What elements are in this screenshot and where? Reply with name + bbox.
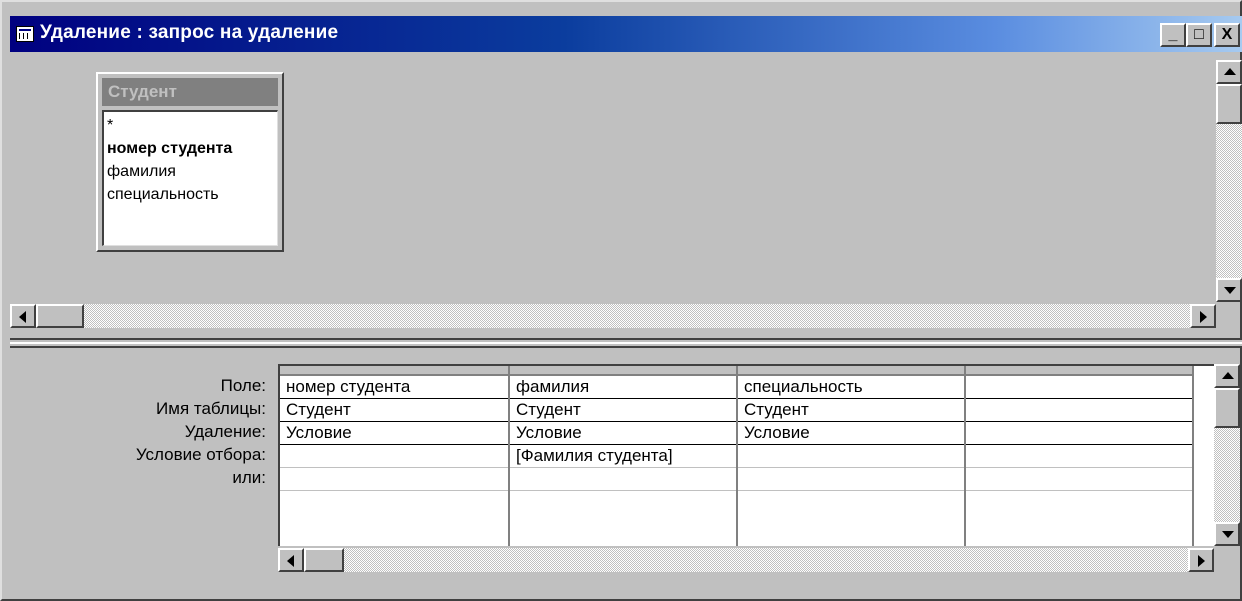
- grid-column[interactable]: номер студента Студент Условие: [280, 366, 510, 546]
- arrow-up-icon: [1224, 68, 1236, 75]
- grid-column[interactable]: [966, 366, 1194, 546]
- field-list-item-specialty[interactable]: специальность: [107, 183, 274, 206]
- scroll-right-button[interactable]: [1190, 304, 1216, 328]
- grid-horizontal-scrollbar[interactable]: [278, 548, 1214, 572]
- scroll-up-button[interactable]: [1216, 60, 1242, 84]
- minimize-button[interactable]: _: [1160, 23, 1186, 47]
- row-label-field: Поле:: [220, 376, 266, 395]
- grid-cell-table[interactable]: [966, 399, 1192, 422]
- row-label-delete: Удаление:: [184, 422, 266, 441]
- grid-cell-criteria[interactable]: [738, 445, 964, 468]
- upper-vertical-scrollbar[interactable]: [1216, 60, 1242, 302]
- grid-cell-criteria[interactable]: [280, 445, 508, 468]
- grid-cell-or[interactable]: [280, 468, 508, 491]
- upper-vertical-scroll-thumb[interactable]: [1216, 84, 1242, 124]
- grid-cell-field[interactable]: фамилия: [510, 376, 736, 399]
- grid-column[interactable]: фамилия Студент Условие [Фамилия студент…: [510, 366, 738, 546]
- arrow-down-icon: [1224, 287, 1236, 294]
- grid-cell-table[interactable]: Студент: [738, 399, 964, 422]
- column-selector[interactable]: [966, 366, 1192, 376]
- arrow-right-icon: [1198, 555, 1205, 567]
- grid-cell-or[interactable]: [966, 468, 1192, 491]
- arrow-right-icon: [1200, 311, 1207, 323]
- grid-horizontal-scroll-thumb[interactable]: [304, 548, 344, 572]
- row-label-or: или:: [232, 468, 266, 487]
- grid-cell-delete[interactable]: Условие: [738, 422, 964, 445]
- pane-splitter[interactable]: [10, 338, 1242, 348]
- scroll-left-button[interactable]: [278, 548, 304, 572]
- grid-cell-delete[interactable]: [966, 422, 1192, 445]
- query-design-grid[interactable]: номер студента Студент Условие фамилия С…: [278, 364, 1214, 546]
- grid-cell-criteria[interactable]: [Фамилия студента]: [510, 445, 736, 468]
- close-button[interactable]: X: [1214, 23, 1240, 47]
- grid-cell-table[interactable]: Студент: [280, 399, 508, 422]
- field-list-item-student-number[interactable]: номер студента: [107, 137, 274, 160]
- window-title: Удаление : запрос на удаление: [40, 22, 339, 43]
- grid-cell-field[interactable]: номер студента: [280, 376, 508, 399]
- upper-horizontal-scroll-thumb[interactable]: [36, 304, 84, 328]
- table-field-list-title[interactable]: Студент: [102, 78, 278, 106]
- table-design-pane[interactable]: Студент * номер студента фамилия специал…: [10, 56, 1216, 302]
- grid-cell-field[interactable]: [966, 376, 1192, 399]
- arrow-up-icon: [1222, 372, 1234, 379]
- row-label-criteria: Условие отбора:: [135, 445, 266, 464]
- arrow-left-icon: [19, 311, 26, 323]
- arrow-left-icon: [287, 555, 294, 567]
- grid-cell-field[interactable]: специальность: [738, 376, 964, 399]
- title-bar[interactable]: Удаление : запрос на удаление _ □ X: [10, 16, 1242, 52]
- table-field-list-student[interactable]: Студент * номер студента фамилия специал…: [96, 72, 284, 252]
- scroll-up-button[interactable]: [1214, 364, 1240, 388]
- grid-cell-or[interactable]: [510, 468, 736, 491]
- scroll-left-button[interactable]: [10, 304, 36, 328]
- grid-row-labels: Поле: Имя таблицы: Удаление: Условие отб…: [22, 374, 266, 489]
- grid-cell-or[interactable]: [738, 468, 964, 491]
- column-selector[interactable]: [280, 366, 508, 376]
- maximize-button[interactable]: □: [1186, 23, 1212, 47]
- query-datasheet-icon[interactable]: [16, 26, 34, 42]
- grid-cell-delete[interactable]: Условие: [280, 422, 508, 445]
- grid-cell-table[interactable]: Студент: [510, 399, 736, 422]
- column-selector[interactable]: [738, 366, 964, 376]
- column-selector[interactable]: [510, 366, 736, 376]
- field-list-item-all[interactable]: *: [107, 114, 274, 137]
- scroll-right-button[interactable]: [1188, 548, 1214, 572]
- arrow-down-icon: [1222, 531, 1234, 538]
- field-list-item-surname[interactable]: фамилия: [107, 160, 274, 183]
- grid-column[interactable]: специальность Студент Условие: [738, 366, 966, 546]
- scroll-down-button[interactable]: [1216, 278, 1242, 302]
- row-label-table-name: Имя таблицы:: [156, 399, 266, 418]
- table-field-list[interactable]: * номер студента фамилия специальность: [102, 110, 278, 246]
- scroll-down-button[interactable]: [1214, 522, 1240, 546]
- upper-horizontal-scrollbar[interactable]: [10, 304, 1216, 328]
- grid-vertical-scroll-thumb[interactable]: [1214, 388, 1240, 428]
- grid-cell-delete[interactable]: Условие: [510, 422, 736, 445]
- query-window: Удаление : запрос на удаление _ □ X Студ…: [0, 0, 1242, 601]
- grid-vertical-scrollbar[interactable]: [1214, 364, 1240, 546]
- grid-cell-criteria[interactable]: [966, 445, 1192, 468]
